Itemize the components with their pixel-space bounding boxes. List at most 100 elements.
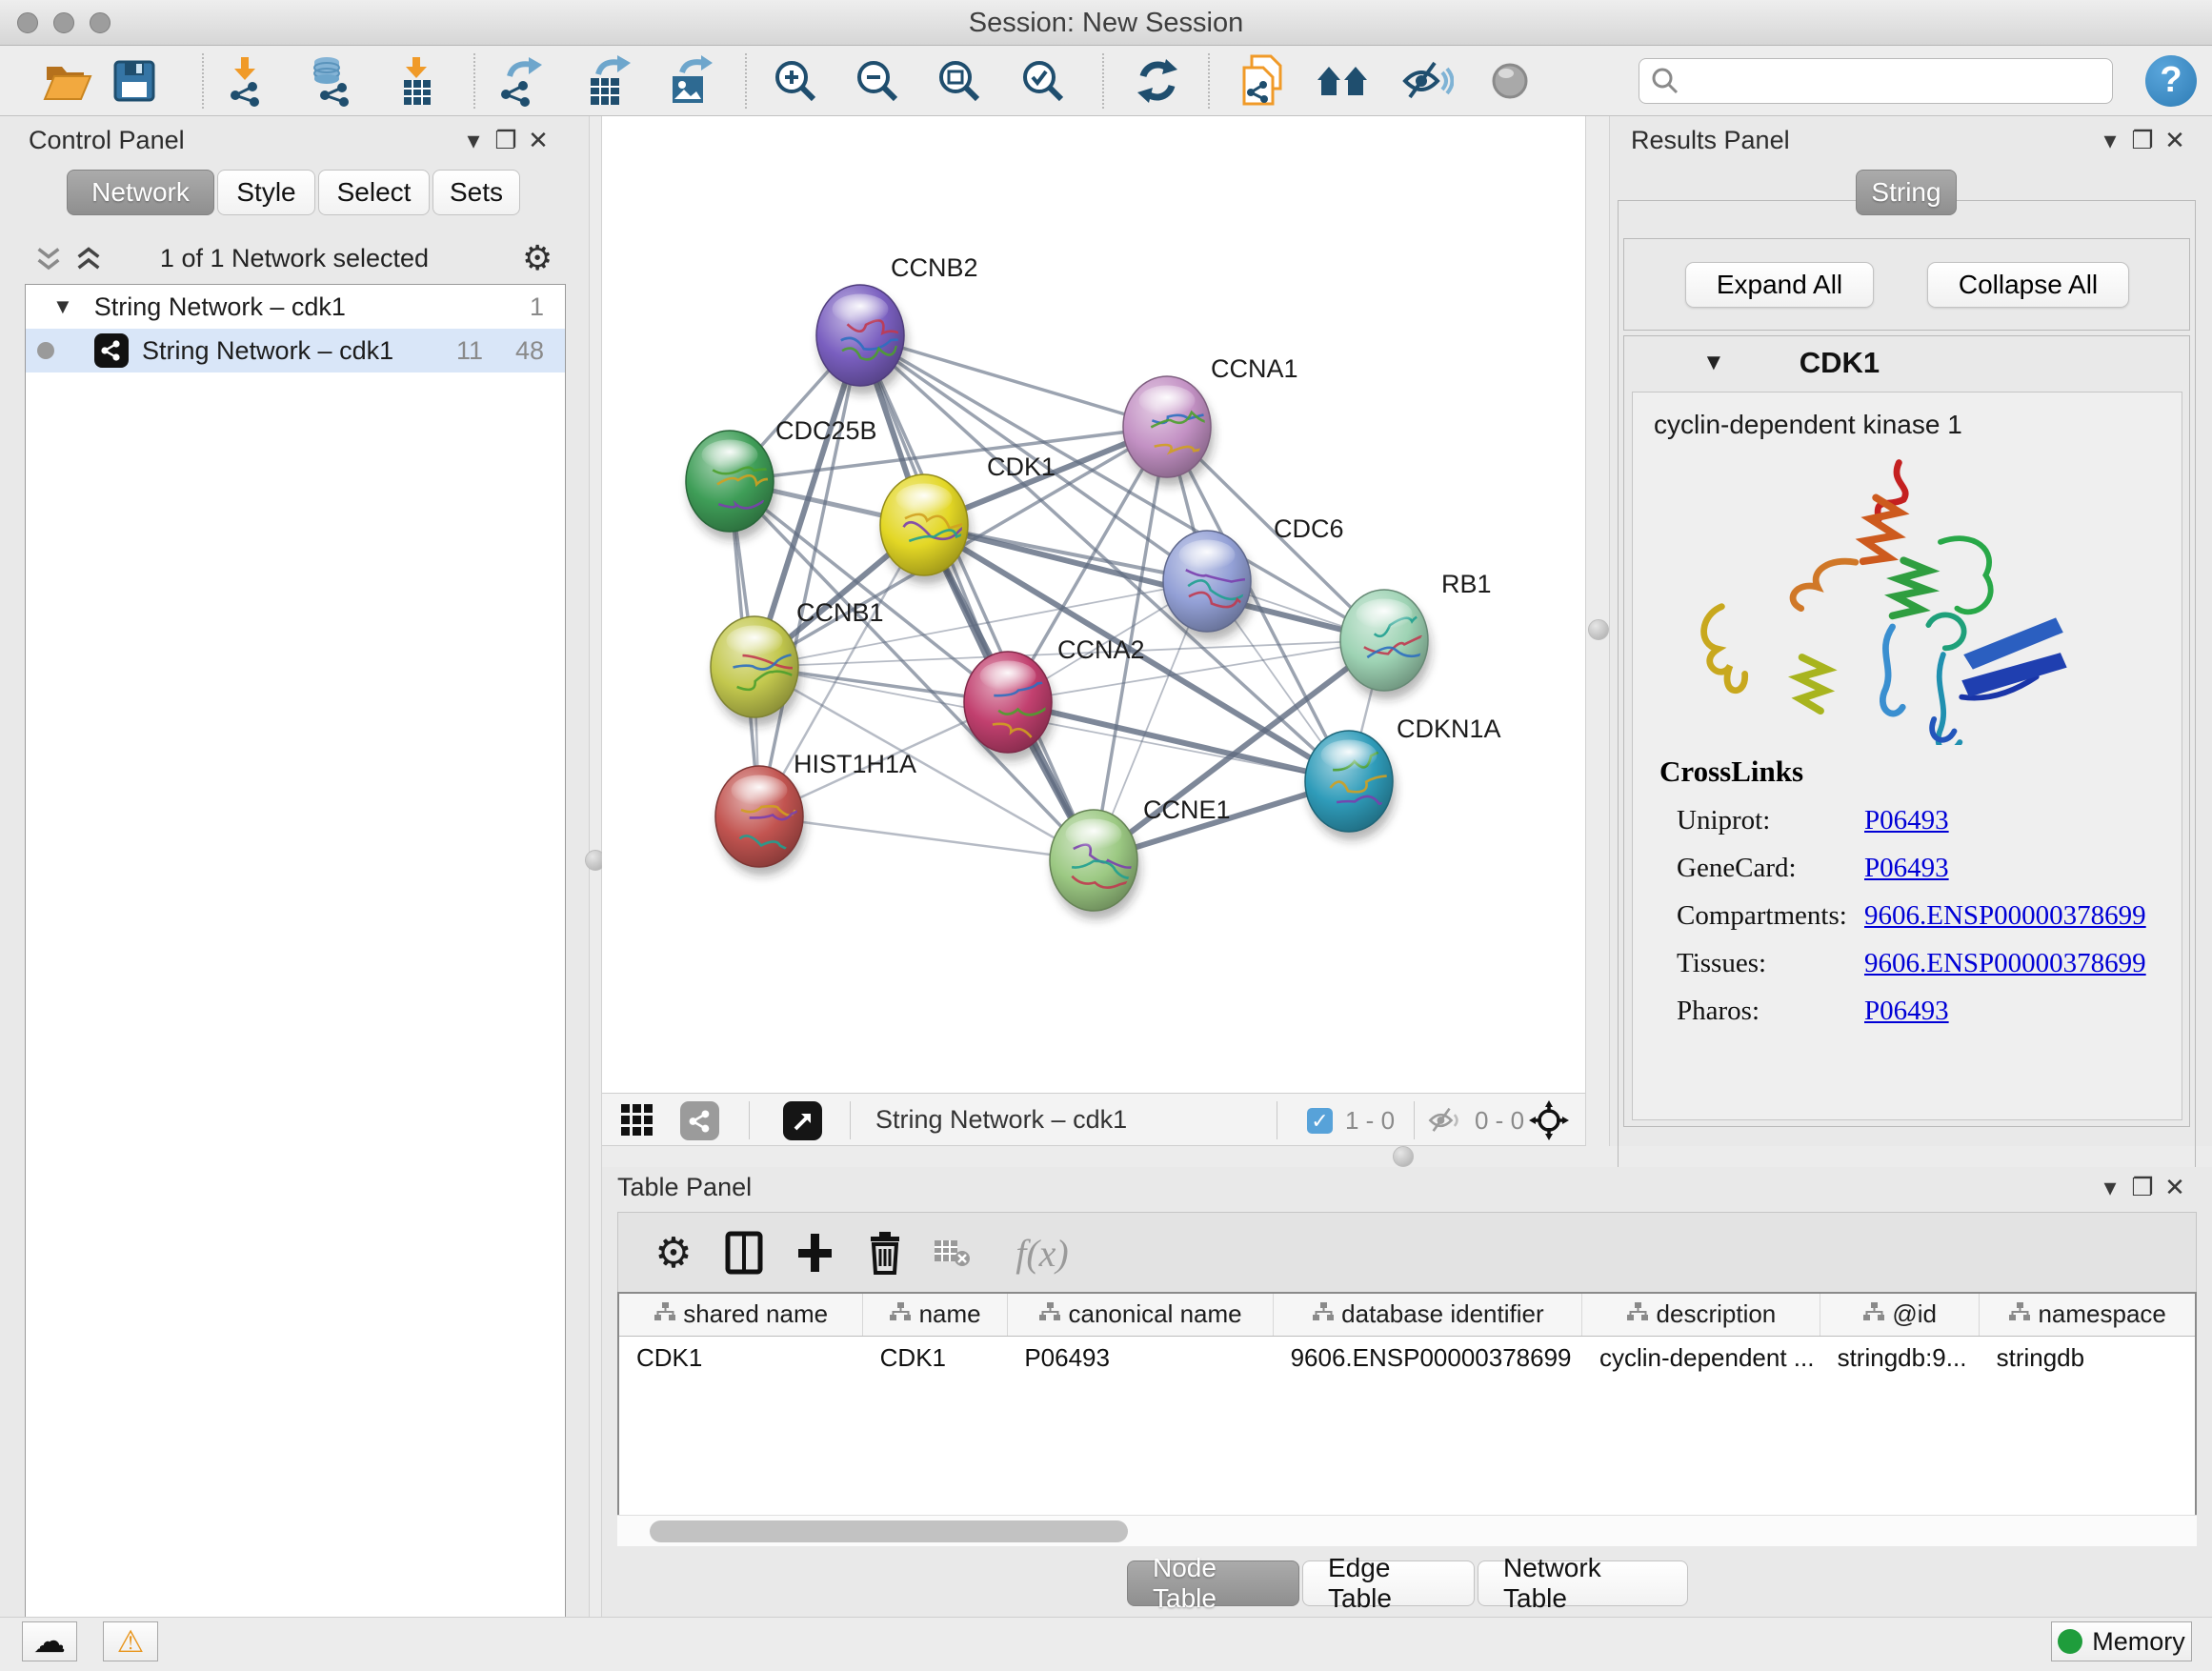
table-cell[interactable]: CDK1: [619, 1336, 863, 1379]
gene-section-header[interactable]: ▼ CDK1: [1624, 336, 2189, 390]
network-edge[interactable]: [1008, 702, 1349, 781]
table-cell[interactable]: cyclin-dependent ...: [1582, 1336, 1820, 1379]
right-splitter-handle[interactable]: [1588, 619, 1609, 640]
network-collection-row[interactable]: ▼ String Network – cdk1 1: [26, 285, 565, 329]
panel-close-icon[interactable]: ✕: [2159, 1173, 2191, 1202]
column-header-database-identifier[interactable]: database identifier: [1274, 1294, 1582, 1336]
network-node-CDKN1A[interactable]: CDKN1A: [1305, 715, 1501, 840]
export-image-button[interactable]: [661, 55, 716, 107]
panel-float-icon[interactable]: ❐: [2126, 126, 2159, 155]
column-header-name[interactable]: name: [863, 1294, 1008, 1336]
import-network-file-button[interactable]: [217, 55, 272, 107]
table-row[interactable]: CDK1CDK1P064939606.ENSP00000378699cyclin…: [619, 1336, 2195, 1379]
column-header-description[interactable]: description: [1582, 1294, 1820, 1336]
export-table-button[interactable]: [579, 55, 634, 107]
column-header-namespace[interactable]: namespace: [1980, 1294, 2195, 1336]
network-edge[interactable]: [759, 816, 1094, 860]
show-graphics-details-button[interactable]: [1482, 55, 1538, 107]
cloud-status-button[interactable]: ☁: [22, 1621, 77, 1661]
warnings-button[interactable]: ⚠: [103, 1621, 158, 1661]
panel-float-icon[interactable]: ❐: [2126, 1173, 2159, 1202]
create-column-button[interactable]: [788, 1226, 841, 1279]
table-options-button[interactable]: ⚙: [647, 1226, 700, 1279]
network-edge[interactable]: [860, 335, 1094, 860]
apply-layout-button[interactable]: [1130, 55, 1185, 107]
open-session-button[interactable]: [40, 55, 95, 107]
panel-collapse-icon[interactable]: ▾: [2094, 126, 2126, 155]
grid-view-button[interactable]: [621, 1104, 654, 1141]
welcome-screen-button[interactable]: [1315, 55, 1370, 107]
zoom-out-button[interactable]: [850, 55, 905, 107]
export-network-button[interactable]: [493, 55, 549, 107]
birds-eye-view-button[interactable]: [783, 1101, 822, 1140]
tab-select[interactable]: Select: [318, 170, 430, 215]
panel-close-icon[interactable]: ✕: [522, 126, 554, 155]
window-zoom-button[interactable]: [90, 12, 111, 33]
network-row[interactable]: String Network – cdk1 11 48: [26, 329, 565, 372]
network-from-file-button[interactable]: [1235, 55, 1290, 107]
crosslink-link[interactable]: P06493: [1864, 853, 1949, 884]
tab-string[interactable]: String: [1856, 170, 1957, 215]
table-cell[interactable]: P06493: [1007, 1336, 1273, 1379]
table-cell[interactable]: stringdb:9...: [1820, 1336, 1980, 1379]
panel-float-icon[interactable]: ❐: [490, 126, 522, 155]
column-header-shared-name[interactable]: shared name: [619, 1294, 863, 1336]
pan-mode-button[interactable]: [1528, 1099, 1570, 1146]
column-header-@id[interactable]: @id: [1820, 1294, 1980, 1336]
zoom-selected-button[interactable]: [1016, 55, 1071, 107]
panel-close-icon[interactable]: ✕: [2159, 126, 2191, 155]
node-table[interactable]: shared name name canonical name database…: [617, 1292, 2197, 1546]
string-view-button[interactable]: [680, 1101, 719, 1140]
import-network-database-button[interactable]: [303, 55, 358, 107]
network-canvas[interactable]: CCNB2CCNA1CDC25BCDK1CDC6RB1CCNB1CCNA2CDK…: [602, 116, 1585, 1093]
crosslink-link[interactable]: P06493: [1864, 805, 1949, 836]
table-cell[interactable]: 9606.ENSP00000378699: [1274, 1336, 1582, 1379]
delete-column-button[interactable]: [858, 1226, 912, 1279]
network-node-HIST1H1A[interactable]: HIST1H1A: [715, 750, 916, 876]
selected-nodes-checkbox[interactable]: ✓: [1307, 1108, 1333, 1134]
table-cell[interactable]: stringdb: [1980, 1336, 2195, 1379]
tab-network-table[interactable]: Network Table: [1478, 1560, 1688, 1606]
tab-style[interactable]: Style: [217, 170, 315, 215]
network-options-gear-icon[interactable]: ⚙: [522, 238, 553, 278]
network-edge[interactable]: [759, 335, 860, 816]
zoom-fit-button[interactable]: [932, 55, 987, 107]
crosslink-link[interactable]: 9606.ENSP00000378699: [1864, 900, 2146, 932]
crosslink-link[interactable]: P06493: [1864, 996, 1949, 1027]
show-columns-button[interactable]: [717, 1226, 771, 1279]
panel-collapse-icon[interactable]: ▾: [457, 126, 490, 155]
import-table-file-button[interactable]: [389, 55, 444, 107]
network-node-CCNB2[interactable]: CCNB2: [816, 253, 978, 394]
tab-node-table[interactable]: Node Table: [1127, 1560, 1299, 1606]
section-collapse-triangle-icon[interactable]: ▼: [1702, 350, 1725, 376]
network-node-CCNE1[interactable]: CCNE1: [1050, 795, 1231, 919]
collapse-all-button[interactable]: Collapse All: [1927, 262, 2129, 308]
save-session-button[interactable]: [107, 55, 162, 107]
tree-expand-triangle-icon[interactable]: ▼: [52, 294, 73, 319]
tab-network[interactable]: Network: [67, 170, 214, 215]
function-builder-button[interactable]: f(x): [999, 1226, 1085, 1279]
zoom-in-button[interactable]: [768, 55, 823, 107]
tab-sets[interactable]: Sets: [432, 170, 520, 215]
right-splitter[interactable]: [1585, 116, 1610, 1146]
memory-button[interactable]: Memory: [2051, 1621, 2192, 1661]
table-scrollbar-thumb[interactable]: [650, 1520, 1128, 1542]
table-cell[interactable]: CDK1: [863, 1336, 1008, 1379]
toolbar-separator: [850, 1101, 851, 1139]
table-horizontal-scrollbar[interactable]: [617, 1515, 2197, 1546]
panel-collapse-icon[interactable]: ▾: [2094, 1173, 2126, 1202]
column-header-canonical-name[interactable]: canonical name: [1007, 1294, 1273, 1336]
search-input[interactable]: [1679, 62, 2112, 100]
hide-graphics-details-button[interactable]: [1400, 55, 1456, 107]
crosslink-link[interactable]: 9606.ENSP00000378699: [1864, 948, 2146, 979]
tab-edge-table[interactable]: Edge Table: [1302, 1560, 1475, 1606]
delete-table-button[interactable]: [925, 1226, 978, 1279]
network-node-CCNA1[interactable]: CCNA1: [1123, 354, 1298, 486]
window-minimize-button[interactable]: [53, 12, 74, 33]
horizontal-splitter-handle[interactable]: [1393, 1146, 1414, 1167]
left-splitter[interactable]: [589, 116, 602, 1617]
network-node-RB1[interactable]: RB1: [1340, 570, 1492, 699]
help-button[interactable]: ?: [2145, 55, 2197, 107]
window-close-button[interactable]: [17, 12, 38, 33]
expand-all-button[interactable]: Expand All: [1685, 262, 1874, 308]
